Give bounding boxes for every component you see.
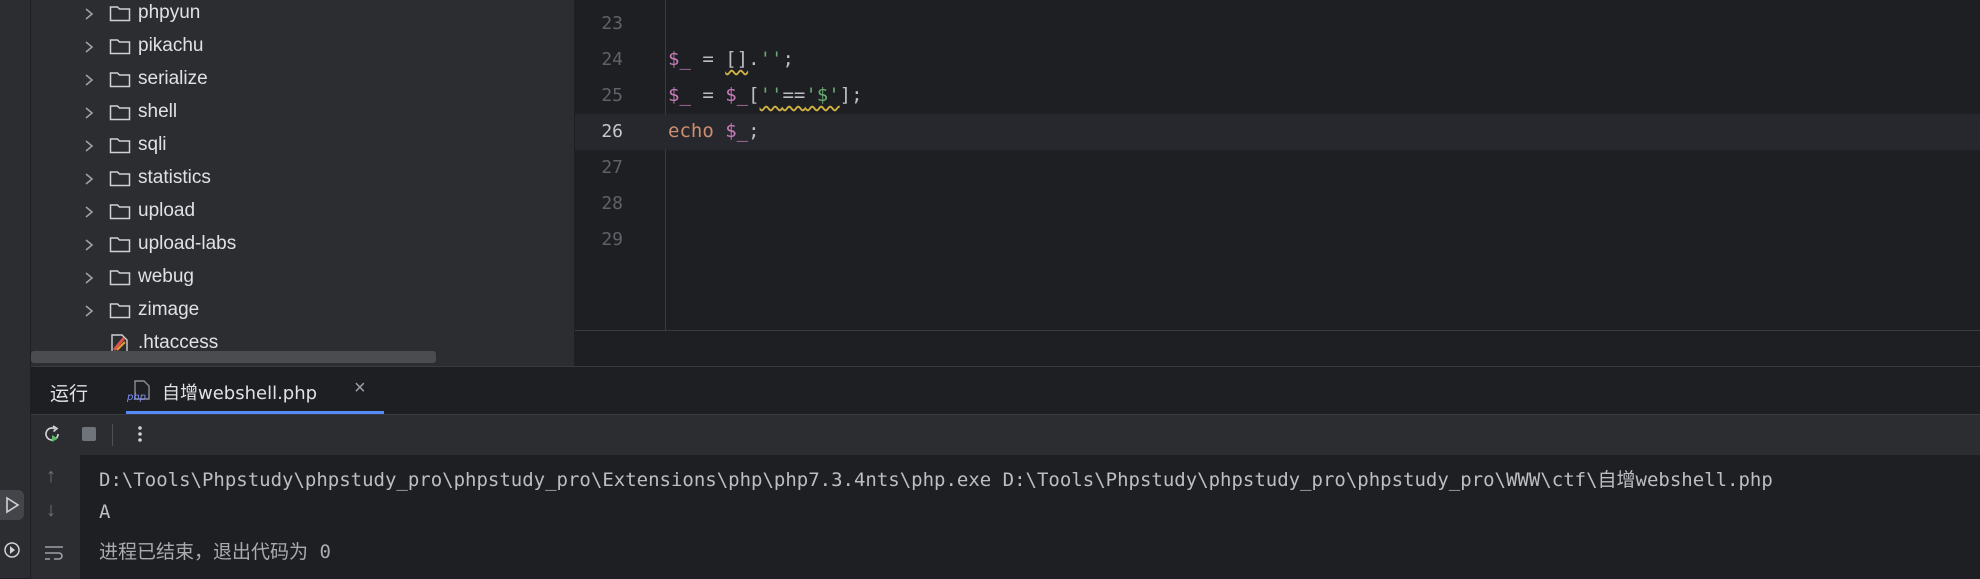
line-number: 28 xyxy=(601,193,623,214)
svg-text:php: php xyxy=(126,392,146,402)
chevron-right-icon[interactable] xyxy=(81,269,97,287)
tree-item-label: statistics xyxy=(138,167,211,188)
chevron-right-icon[interactable] xyxy=(81,38,97,56)
services-icon xyxy=(4,542,20,558)
arrow-down-icon[interactable]: ↓ xyxy=(46,499,56,522)
close-icon[interactable]: × xyxy=(354,377,366,400)
line-number: 27 xyxy=(601,157,623,178)
folder-icon xyxy=(109,171,131,187)
tree-item-label: serialize xyxy=(138,68,208,89)
run-panel: 运行 php 自增webshell.php × ↑ ↓ D:\Tools\Php… xyxy=(31,366,1980,579)
tree-folder-row[interactable]: sqli xyxy=(31,130,574,163)
chevron-right-icon[interactable] xyxy=(81,170,97,188)
folder-icon xyxy=(109,270,131,286)
rerun-icon xyxy=(45,425,59,442)
tree-folder-row[interactable]: statistics xyxy=(31,163,574,196)
toolbar-separator xyxy=(112,424,113,446)
tree-folder-row[interactable]: upload-labs xyxy=(31,229,574,262)
line-number: 23 xyxy=(601,13,623,34)
stop-button[interactable] xyxy=(76,421,102,447)
run-tab-label: 自增webshell.php xyxy=(162,383,318,404)
folder-icon xyxy=(109,6,131,22)
rerun-button[interactable] xyxy=(39,421,65,447)
php-icon: php xyxy=(126,380,150,402)
tree-item-label: phpyun xyxy=(138,2,201,23)
arrow-up-icon[interactable]: ↑ xyxy=(46,465,56,488)
run-toolbar xyxy=(31,414,1980,455)
project-tree[interactable]: phpyun pikachu serialize shell sqli statistic… xyxy=(31,0,574,366)
horizontal-scrollbar[interactable] xyxy=(31,351,436,363)
chevron-right-icon[interactable] xyxy=(81,104,97,122)
code-text: echo $_; xyxy=(668,120,760,142)
tree-item-label: upload xyxy=(138,200,196,221)
folder-icon xyxy=(109,72,131,88)
code-text: $_ = $_[''=='$']; xyxy=(668,84,863,106)
tree-item-label: shell xyxy=(138,101,178,122)
run-panel-title: 运行 xyxy=(50,383,89,405)
chevron-right-icon[interactable] xyxy=(81,203,97,221)
folder-icon xyxy=(109,237,131,253)
line-number: 29 xyxy=(601,229,623,250)
folder-icon xyxy=(109,303,131,319)
chevron-right-icon[interactable] xyxy=(81,236,97,254)
console-command-line: D:\Tools\Phpstudy\phpstudy_pro\phpstudy_… xyxy=(99,469,1773,491)
code-editor[interactable]: 23 24 $_ = [].''; 25 $_ = $_[''=='$']; 2… xyxy=(575,0,1980,367)
folder-icon xyxy=(109,39,131,55)
line-number: 25 xyxy=(601,85,623,106)
services-tool-button[interactable] xyxy=(0,535,24,565)
console-side-toolbar: ↑ ↓ xyxy=(31,455,80,579)
stop-icon xyxy=(82,427,96,441)
tree-item-label: upload-labs xyxy=(138,233,237,254)
more-options-button[interactable] xyxy=(127,421,153,447)
run-icon xyxy=(6,496,20,514)
run-tool-button[interactable] xyxy=(0,490,24,520)
console-output-line: A xyxy=(99,501,111,523)
tree-folder-row[interactable]: phpyun xyxy=(31,0,574,31)
htaccess-file-icon xyxy=(111,334,128,353)
line-number: 26 xyxy=(601,121,623,142)
chevron-right-icon[interactable] xyxy=(81,137,97,155)
code-line-27[interactable]: 27 xyxy=(575,150,1980,186)
tree-folder-row[interactable]: shell xyxy=(31,97,574,130)
tree-item-label: zimage xyxy=(138,299,200,320)
line-number: 24 xyxy=(601,49,623,70)
run-tab-bar: 运行 php 自增webshell.php × xyxy=(31,367,1980,414)
tree-folder-row[interactable]: webug xyxy=(31,262,574,295)
code-line-25[interactable]: 25 $_ = $_[''=='$']; xyxy=(575,78,1980,114)
folder-icon xyxy=(109,105,131,121)
editor-bottom-area xyxy=(575,330,1980,367)
chevron-right-icon[interactable] xyxy=(81,5,97,23)
code-line-29[interactable]: 29 xyxy=(575,222,1980,258)
tree-folder-row[interactable]: zimage xyxy=(31,295,574,328)
tree-item-label: pikachu xyxy=(138,35,204,56)
run-tab-webshell[interactable]: php 自增webshell.php × xyxy=(126,367,384,414)
tree-folder-row[interactable]: serialize xyxy=(31,64,574,97)
console-exit-line: 进程已结束，退出代码为 0 xyxy=(99,541,331,563)
folder-icon xyxy=(109,204,131,220)
tree-item-label: sqli xyxy=(138,134,167,155)
code-line-28[interactable]: 28 xyxy=(575,186,1980,222)
chevron-right-icon[interactable] xyxy=(81,71,97,89)
more-icon xyxy=(138,426,142,442)
activity-strip xyxy=(0,0,31,578)
tree-folder-row[interactable]: upload xyxy=(31,196,574,229)
code-line-26[interactable]: 26 echo $_; xyxy=(575,114,1980,150)
folder-icon xyxy=(109,138,131,154)
code-line-23[interactable]: 23 xyxy=(575,6,1980,42)
code-text: $_ = [].''; xyxy=(668,48,794,70)
tree-folder-row[interactable]: pikachu xyxy=(31,31,574,64)
tree-item-label: webug xyxy=(138,266,194,287)
chevron-right-icon[interactable] xyxy=(81,302,97,320)
soft-wrap-icon[interactable] xyxy=(43,543,65,563)
code-line-24[interactable]: 24 $_ = [].''; xyxy=(575,42,1980,78)
